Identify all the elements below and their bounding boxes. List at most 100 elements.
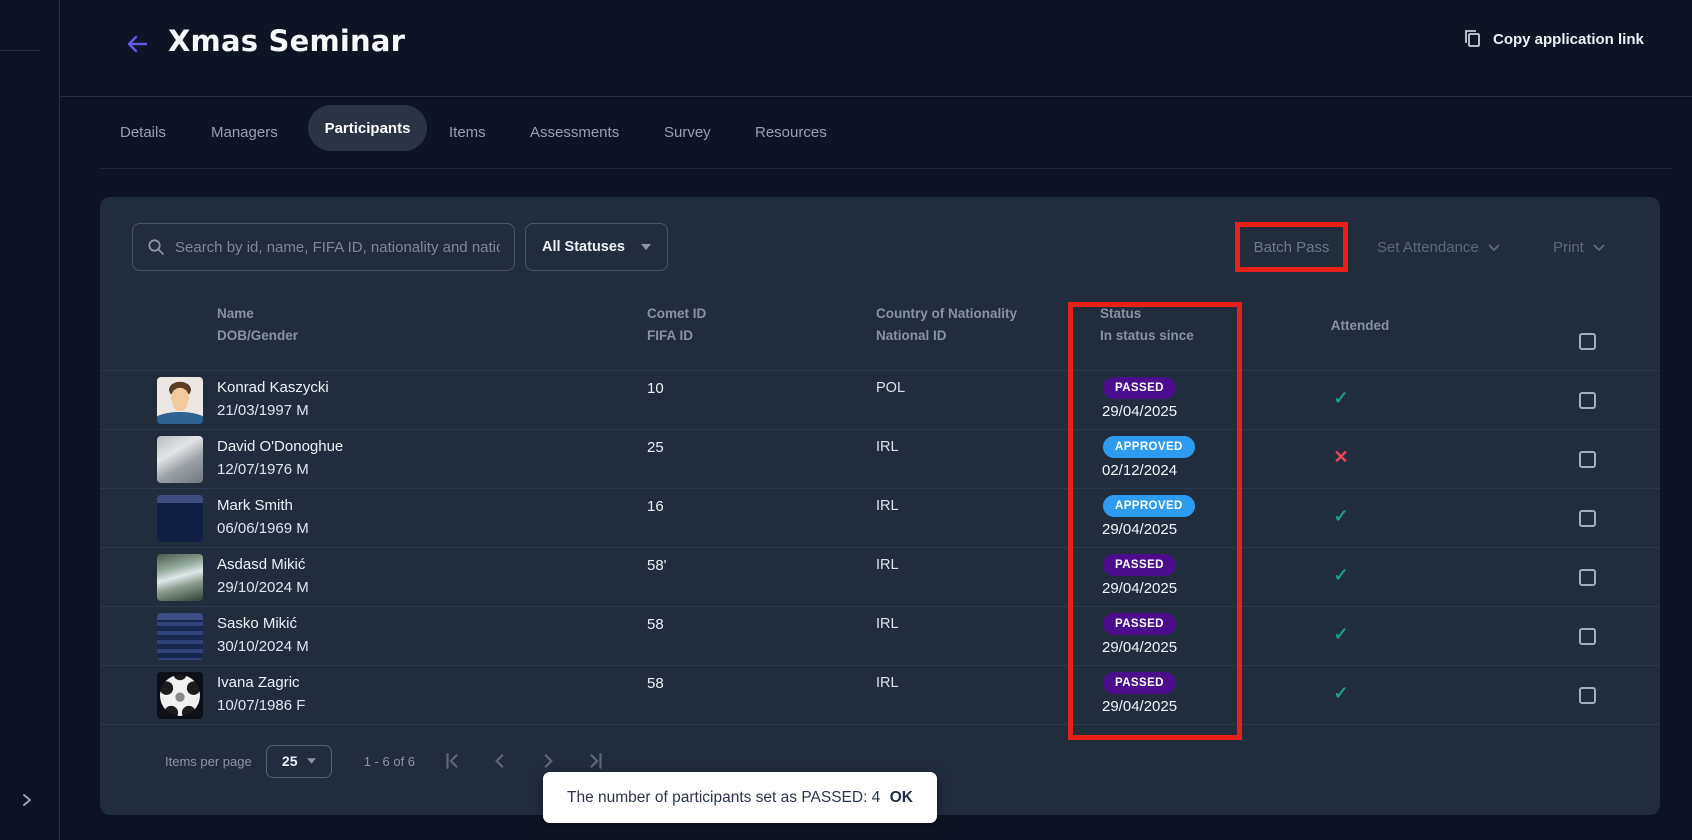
search-input[interactable] (175, 239, 500, 256)
next-page-icon[interactable] (537, 750, 559, 772)
tab-participants[interactable]: Participants (308, 105, 427, 151)
row-checkbox[interactable] (1579, 628, 1596, 645)
select-all-checkbox[interactable] (1579, 333, 1596, 350)
table-row[interactable]: Konrad Kaszycki 21/03/1997 M 10 POL PASS… (100, 371, 1660, 430)
participant-name: Asdasd Mikić (217, 556, 305, 573)
batch-pass-button[interactable]: Batch Pass (1235, 222, 1348, 272)
participants-panel: All Statuses Batch Pass Set Attendance P… (100, 197, 1660, 815)
page-range-label: 1 - 6 of 6 (364, 754, 415, 769)
tabs-divider (100, 168, 1672, 169)
items-per-page-label: Items per page (165, 754, 252, 769)
tab-survey[interactable]: Survey (664, 124, 711, 141)
comet-id: 10 (647, 380, 664, 397)
status-badge: APPROVED (1103, 436, 1195, 458)
toast-message: The number of participants set as PASSED… (567, 789, 880, 807)
last-page-icon[interactable] (585, 750, 607, 772)
participant-name: David O'Donoghue (217, 438, 343, 455)
page-title: Xmas Seminar (168, 24, 405, 58)
chevron-down-icon (1488, 244, 1500, 251)
comet-id: 58 (647, 675, 664, 692)
avatar (157, 613, 203, 660)
back-arrow-icon[interactable] (124, 31, 150, 57)
copy-icon (1462, 28, 1483, 50)
comet-id: 16 (647, 498, 664, 515)
tab-assessments[interactable]: Assessments (530, 124, 619, 141)
status-badge: PASSED (1103, 377, 1176, 399)
participant-dob-gender: 06/06/1969 M (217, 520, 309, 537)
column-header-name: NameDOB/Gender (217, 306, 298, 343)
status-badge: PASSED (1103, 613, 1176, 635)
search-icon (147, 238, 165, 256)
toast-ok-button[interactable]: OK (890, 789, 913, 807)
tab-resources[interactable]: Resources (755, 124, 827, 141)
status-badge: PASSED (1103, 554, 1176, 576)
in-status-since: 02/12/2024 (1102, 462, 1177, 479)
set-attendance-label: Set Attendance (1377, 239, 1479, 256)
in-status-since: 29/04/2025 (1102, 521, 1177, 538)
tab-details[interactable]: Details (120, 124, 166, 141)
participant-dob-gender: 21/03/1997 M (217, 402, 309, 419)
table-row[interactable]: David O'Donoghue 12/07/1976 M 25 IRL APP… (100, 430, 1660, 489)
status-filter-value: All Statuses (542, 239, 625, 255)
column-header-country: Country of NationalityNational ID (876, 306, 1017, 343)
table-row[interactable]: Mark Smith 06/06/1969 M 16 IRL APPROVED … (100, 489, 1660, 548)
comet-id: 58 (647, 616, 664, 633)
comet-id: 25 (647, 439, 664, 456)
avatar (157, 495, 203, 542)
country-of-nationality: IRL (876, 498, 899, 514)
attended-mark: ✓ (1321, 683, 1361, 704)
page-size-select[interactable]: 25 (266, 745, 332, 778)
participant-dob-gender: 29/10/2024 M (217, 579, 309, 596)
set-attendance-button[interactable]: Set Attendance (1377, 223, 1500, 271)
print-button[interactable]: Print (1553, 223, 1605, 271)
participant-name: Ivana Zagric (217, 674, 300, 691)
search-box (132, 223, 515, 271)
pagination-bar: Items per page 25 1 - 6 of 6 (165, 740, 607, 782)
row-checkbox[interactable] (1579, 451, 1596, 468)
participant-name: Sasko Mikić (217, 615, 297, 632)
participant-name: Mark Smith (217, 497, 293, 514)
row-checkbox[interactable] (1579, 392, 1596, 409)
batch-pass-label: Batch Pass (1254, 239, 1330, 256)
column-header-attended: Attended (1300, 318, 1420, 333)
in-status-since: 29/04/2025 (1102, 639, 1177, 656)
status-filter-select[interactable]: All Statuses (525, 223, 668, 271)
tab-items[interactable]: Items (449, 124, 486, 141)
attended-mark: ✓ (1321, 565, 1361, 586)
row-checkbox[interactable] (1579, 510, 1596, 527)
rail-divider (0, 50, 40, 51)
row-checkbox[interactable] (1579, 569, 1596, 586)
avatar (157, 672, 203, 719)
print-label: Print (1553, 239, 1584, 256)
table-row[interactable]: Asdasd Mikić 29/10/2024 M 58' IRL PASSED… (100, 548, 1660, 607)
in-status-since: 29/04/2025 (1102, 580, 1177, 597)
country-of-nationality: POL (876, 380, 905, 396)
first-page-icon[interactable] (441, 750, 463, 772)
participant-dob-gender: 12/07/1976 M (217, 461, 309, 478)
left-sidebar-rail (0, 0, 60, 840)
table-header: NameDOB/Gender Comet IDFIFA ID Country o… (100, 292, 1660, 371)
row-checkbox[interactable] (1579, 687, 1596, 704)
participant-dob-gender: 30/10/2024 M (217, 638, 309, 655)
attended-mark: ✓ (1321, 506, 1361, 527)
copy-application-link-label: Copy application link (1493, 31, 1644, 48)
country-of-nationality: IRL (876, 675, 899, 691)
in-status-since: 29/04/2025 (1102, 403, 1177, 420)
table-row[interactable]: Ivana Zagric 10/07/1986 F 58 IRL PASSED … (100, 666, 1660, 725)
screen: Xmas Seminar Copy application link Detai… (0, 0, 1692, 840)
avatar (157, 436, 203, 483)
toast-notification: The number of participants set as PASSED… (543, 772, 937, 823)
chevron-down-icon (307, 758, 316, 764)
chevron-down-icon (1593, 244, 1605, 251)
chevron-down-icon (641, 244, 651, 250)
tab-managers[interactable]: Managers (211, 124, 278, 141)
page-size-value: 25 (282, 753, 298, 769)
attended-mark: ✓ (1321, 624, 1361, 645)
participant-name: Konrad Kaszycki (217, 379, 329, 396)
tab-participants-label: Participants (325, 120, 411, 137)
previous-page-icon[interactable] (489, 750, 511, 772)
status-badge: APPROVED (1103, 495, 1195, 517)
table-row[interactable]: Sasko Mikić 30/10/2024 M 58 IRL PASSED 2… (100, 607, 1660, 666)
expand-sidebar-icon[interactable] (17, 790, 37, 810)
copy-application-link-button[interactable]: Copy application link (1462, 28, 1644, 50)
